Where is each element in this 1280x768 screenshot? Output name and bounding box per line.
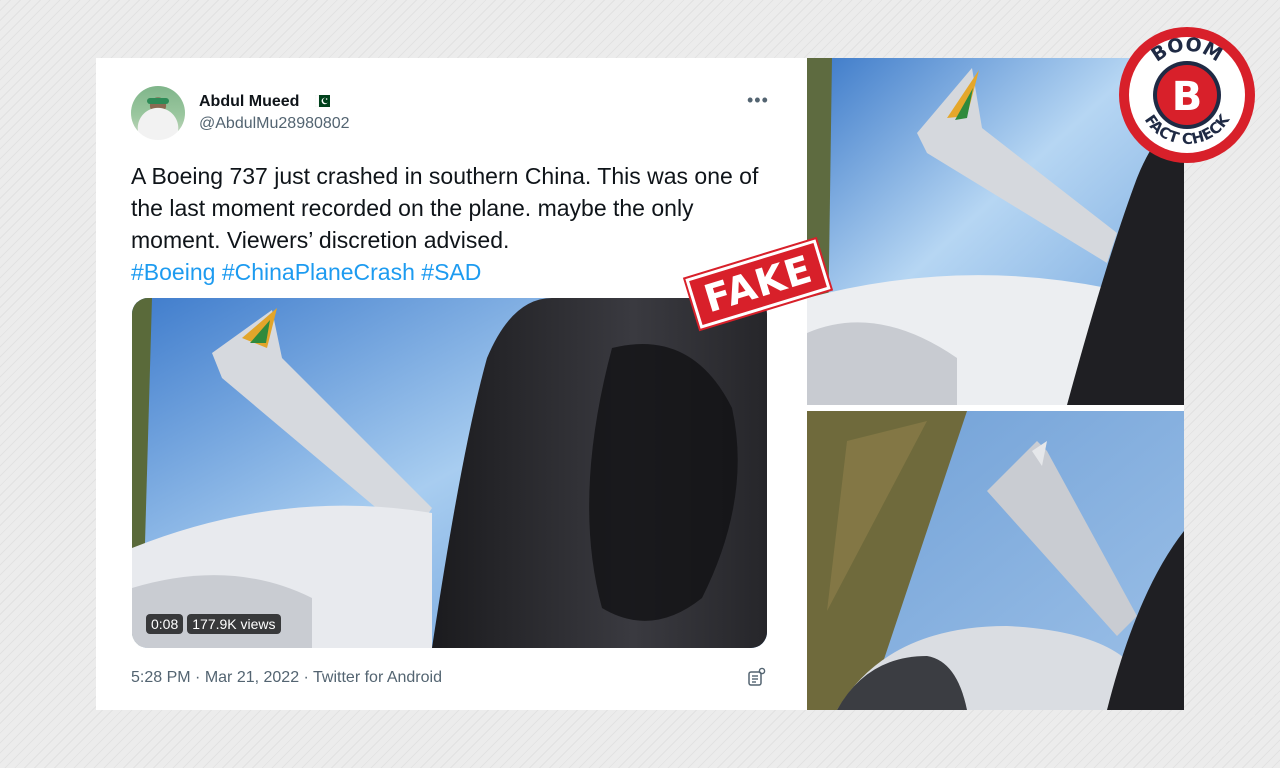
svg-text:B: B <box>1172 74 1203 120</box>
video-frame <box>132 298 767 648</box>
display-name[interactable]: Abdul Mueed <box>199 93 299 111</box>
pakistan-flag-icon <box>315 95 330 107</box>
tweet-meta: 5:28 PM · Mar 21, 2022 · Twitter for And… <box>131 669 442 687</box>
tweet-text: A Boeing 737 just crashed in southern Ch… <box>131 160 771 288</box>
boom-fact-check-logo: B BOOM FACT CHECK <box>1119 27 1255 163</box>
avatar[interactable] <box>131 86 185 140</box>
tweet-source[interactable]: Twitter for Android <box>313 669 442 686</box>
analytics-icon[interactable] <box>747 667 767 687</box>
hashtag-sad[interactable]: #SAD <box>421 259 481 285</box>
hashtag-boeing[interactable]: #Boeing <box>131 259 215 285</box>
tweet-body: A Boeing 737 just crashed in southern Ch… <box>131 163 759 253</box>
headband <box>147 98 169 104</box>
hashtag-chinaplanecrash[interactable]: #ChinaPlaneCrash <box>222 259 415 285</box>
video-views: 177.9K views <box>187 614 281 634</box>
video-player[interactable]: 0:08 177.9K views <box>132 298 767 648</box>
separator: · <box>299 669 314 686</box>
tweet-date[interactable]: Mar 21, 2022 <box>205 669 299 686</box>
user-handle[interactable]: @AbdulMu28980802 <box>199 115 350 133</box>
video-badges: 0:08 177.9K views <box>146 614 281 634</box>
tweet-card: Abdul Mueed @AbdulMu28980802 ••• A Boein… <box>96 58 807 710</box>
more-options-icon[interactable]: ••• <box>747 90 769 111</box>
tweet-time[interactable]: 5:28 PM <box>131 669 191 686</box>
separator: · <box>190 669 205 686</box>
video-frame-bottom <box>807 411 1184 710</box>
video-duration: 0:08 <box>146 614 184 634</box>
